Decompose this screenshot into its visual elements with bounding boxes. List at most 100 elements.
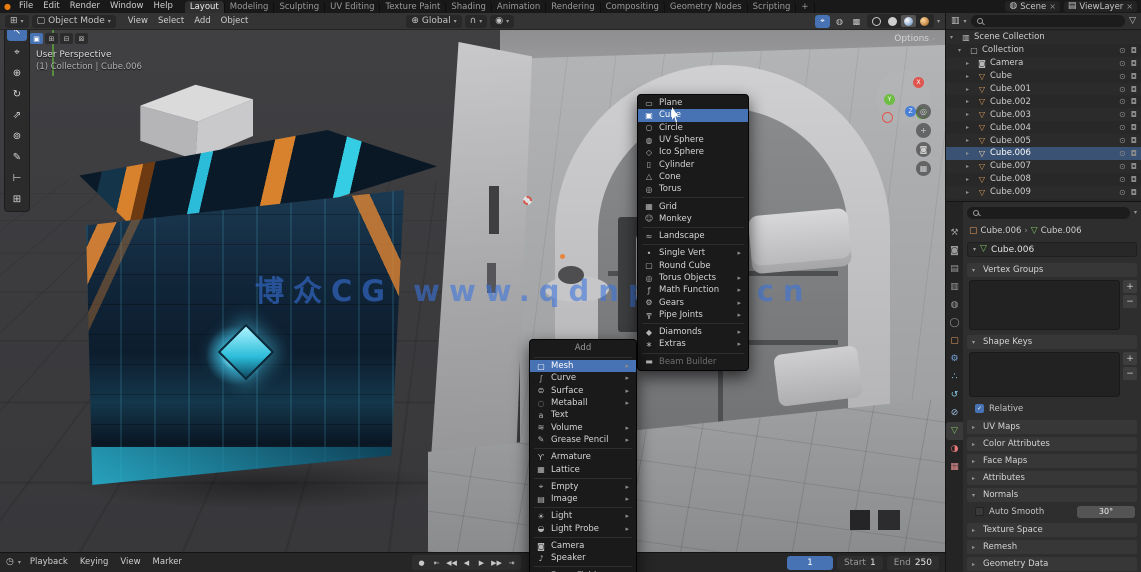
add-cube-tool-icon[interactable]: ⊞ (7, 189, 27, 209)
section-color-attributes[interactable]: ▸ Color Attributes (967, 437, 1137, 451)
disable-in-renders-icon[interactable]: ◘ (1131, 97, 1137, 106)
scene-object-dark-box-2[interactable] (878, 510, 900, 530)
hide-in-viewport-icon[interactable]: ⊙ (1119, 72, 1126, 81)
disclosure-triangle-icon[interactable]: ▸ (966, 137, 974, 144)
viewport-options-dropdown[interactable]: Options ▾ (894, 34, 935, 44)
hide-in-viewport-icon[interactable]: ⊙ (1119, 136, 1126, 145)
properties-tab[interactable]: ▤ (946, 260, 963, 278)
select-mode-subtract-icon[interactable]: ⊟ (60, 33, 73, 44)
hide-in-viewport-icon[interactable]: ⊙ (1119, 97, 1126, 106)
outliner-search[interactable] (970, 15, 1126, 27)
timeline-menu-item[interactable]: View (115, 556, 145, 569)
disclosure-triangle-icon[interactable]: ▸ (966, 73, 974, 80)
outliner-row[interactable]: ▸ ◙ Camera ⊙ ◘ (946, 56, 1141, 70)
scene-object-bench[interactable] (747, 207, 853, 275)
section-uv-maps[interactable]: ▸ UV Maps (967, 420, 1137, 434)
hide-in-viewport-icon[interactable]: ⊙ (1119, 46, 1126, 55)
workspace-tab[interactable]: Sculpting (274, 1, 326, 13)
menu-item[interactable]: ▬ Beam Builder ▸ (638, 356, 748, 368)
editor-type-selector[interactable]: ⊞ ▾ (5, 14, 29, 28)
outliner-row[interactable]: ▸ ▽ Cube.007 ⊙ ◘ (946, 159, 1141, 173)
menu-item[interactable]: ▤ Image ▸ (530, 493, 636, 505)
disclosure-triangle-icon[interactable]: ▸ (966, 98, 974, 105)
add-shape-key-button[interactable]: + (1123, 352, 1137, 365)
workspace-tab[interactable]: Geometry Nodes (665, 1, 748, 13)
menubar-item[interactable]: Window (105, 0, 149, 13)
properties-tab[interactable]: ⚙ (946, 350, 963, 368)
xray-toggle-icon[interactable]: ▩ (849, 15, 864, 28)
disable-in-renders-icon[interactable]: ◘ (1131, 175, 1137, 184)
outliner-row[interactable]: ▸ ▽ Cube.003 ⊙ ◘ (946, 108, 1141, 122)
section-geometry-data[interactable]: ▸ Geometry Data (967, 557, 1137, 571)
play-reverse-icon[interactable]: ◀ (460, 556, 473, 569)
jump-to-end-icon[interactable]: ⇥ (505, 556, 518, 569)
workspace-tab[interactable]: Animation (492, 1, 547, 13)
viewport-menu-item[interactable]: Select (153, 15, 189, 28)
menu-item[interactable]: ╦ Pipe Joints ▸ (638, 309, 748, 321)
blender-logo-icon[interactable]: ● (4, 2, 11, 11)
properties-tab[interactable]: ◑ (946, 440, 963, 458)
workspace-tab[interactable]: Compositing (601, 1, 665, 13)
section-face-maps[interactable]: ▸ Face Maps (967, 454, 1137, 468)
scene-object-textured-wall[interactable] (86, 190, 404, 485)
play-icon[interactable]: ▶ (475, 556, 488, 569)
remove-shape-key-button[interactable]: − (1123, 367, 1137, 380)
disclosure-triangle-icon[interactable]: ▾ (950, 34, 958, 41)
menu-item[interactable]: ♪ Speaker ▸ (530, 552, 636, 564)
disable-in-renders-icon[interactable]: ◘ (1131, 110, 1137, 119)
timeline-menu-item[interactable]: Keying (75, 556, 114, 569)
menu-item[interactable]: ⌖ Empty ▸ (530, 481, 636, 493)
disclosure-triangle-icon[interactable]: ▸ (966, 150, 974, 157)
workspace-tab[interactable]: Rendering (546, 1, 601, 13)
menubar-item[interactable]: Edit (38, 0, 64, 13)
menu-item[interactable]: ⚙ Gears ▸ (638, 296, 748, 308)
properties-tab[interactable]: ⊘ (946, 404, 963, 422)
workspace-tab[interactable]: Layout (184, 1, 225, 13)
disable-in-renders-icon[interactable]: ◘ (1131, 149, 1137, 158)
axis-x-negative-icon[interactable] (882, 112, 893, 123)
section-normals[interactable]: ▾ Normals (967, 488, 1137, 502)
select-mode-new-icon[interactable]: ▣ (30, 33, 43, 44)
perspective-toggle-icon[interactable]: ▦ (916, 161, 931, 176)
hide-in-viewport-icon[interactable]: ⊙ (1119, 110, 1126, 119)
disclosure-triangle-icon[interactable]: ▸ (966, 189, 974, 196)
menu-item[interactable]: ◙ Camera ▸ (530, 540, 636, 552)
transform-orientation-selector[interactable]: ⊕ Global ▾ (406, 14, 462, 28)
menu-item[interactable]: ⊜ Surface ▸ (530, 385, 636, 397)
breadcrumb-object[interactable]: Cube.006 (981, 226, 1022, 236)
axis-y-icon[interactable]: Y (884, 94, 895, 105)
gizmo-toggle-icon[interactable]: ⌖ (814, 14, 830, 28)
properties-tab[interactable]: ⚒ (946, 224, 963, 242)
viewport-menu-item[interactable]: Add (189, 15, 215, 28)
timeline-editor-icon[interactable]: ◷ (6, 558, 14, 567)
viewport-menu-item[interactable]: Object (216, 15, 254, 28)
menu-item[interactable]: ☺ Monkey ▸ (638, 213, 748, 225)
workspace-tab[interactable]: UV Editing (325, 1, 381, 13)
viewport-3d[interactable]: ▣ ⊞ ⊟ ⊠ User Perspective (1) Collection | C… (0, 30, 945, 552)
shading-mode-button[interactable] (900, 15, 916, 27)
menu-item[interactable]: ✎ Grease Pencil ▸ (530, 434, 636, 446)
disable-in-renders-icon[interactable]: ◘ (1131, 46, 1137, 55)
menu-item[interactable]: ≋ Volume ▸ (530, 421, 636, 433)
frame-end-field[interactable]: End 250 (886, 555, 939, 570)
frame-start-field[interactable]: Start 1 (836, 555, 883, 570)
pan-icon[interactable]: + (916, 123, 931, 138)
shading-mode-button[interactable] (885, 15, 900, 27)
shading-mode-button[interactable] (869, 15, 884, 27)
properties-tab[interactable]: ▽ (946, 422, 963, 440)
disclosure-triangle-icon[interactable]: ▸ (966, 111, 974, 118)
cursor-tool-icon[interactable]: ⌖ (7, 42, 27, 62)
snapping-selector[interactable]: ∩ ▾ (464, 14, 488, 28)
overlays-toggle-icon[interactable]: ◍ (832, 15, 847, 28)
menu-item[interactable]: ∫ Curve ▸ (530, 372, 636, 384)
mesh-name-field[interactable]: ▾ ▽ Cube.006 (967, 242, 1137, 257)
disable-in-renders-icon[interactable]: ◘ (1131, 136, 1137, 145)
outliner-row[interactable]: ▸ ▽ Cube.009 ⊙ ◘ (946, 185, 1141, 199)
disclosure-triangle-icon[interactable]: ▸ (966, 176, 974, 183)
auto-smooth-checkbox[interactable] (975, 507, 984, 516)
disable-in-renders-icon[interactable]: ◘ (1131, 72, 1137, 81)
menu-item[interactable]: ▢ Round Cube ▸ (638, 260, 748, 272)
disable-in-renders-icon[interactable]: ◘ (1131, 85, 1137, 94)
viewport-menu-item[interactable]: View (123, 15, 153, 28)
section-shape-keys[interactable]: ▾ Shape Keys (967, 335, 1137, 349)
